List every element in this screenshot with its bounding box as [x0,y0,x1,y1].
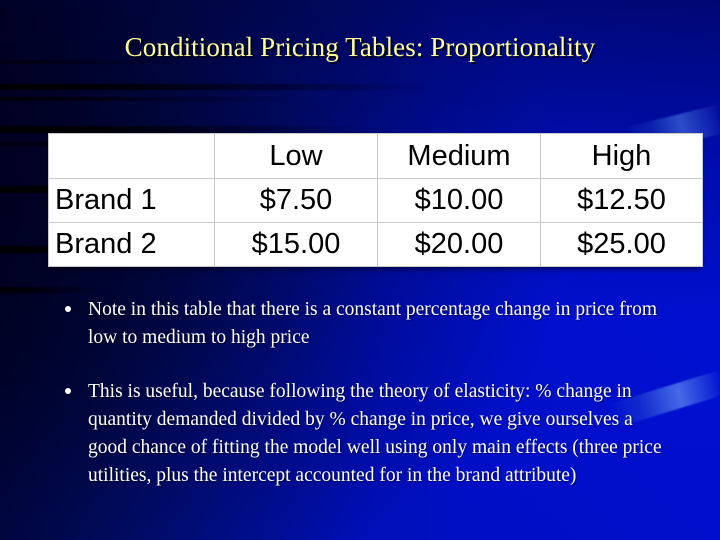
cell-brand1-high: $12.50 [540,178,703,223]
pricing-table-container: Low Medium High Brand 1 $7.50 $10.00 $12… [48,133,703,267]
cell-brand2-low: $15.00 [214,222,378,267]
row-header-brand-1: Brand 1 [48,178,215,223]
bullet-list: Note in this table that there is a const… [60,296,674,490]
bullet-text: Note in this table that there is a const… [88,299,658,348]
column-header-medium: Medium [377,133,541,179]
background-swoosh-band-3 [0,126,365,133]
bullet-text: This is useful, because following the th… [88,381,662,486]
background-swoosh-band-2 [0,97,300,101]
cell-brand2-medium: $20.00 [377,222,541,267]
background-swoosh-band-1 [0,84,430,90]
cell-brand2-high: $25.00 [540,222,703,267]
table-corner-cell [48,133,215,179]
column-header-low: Low [214,133,378,179]
slide-title: Conditional Pricing Tables: Proportional… [124,32,596,62]
background-swoosh-band-7 [0,287,110,293]
cell-brand1-low: $7.50 [214,178,378,223]
bullet-dot-icon [65,388,71,394]
bullet-dot-icon [65,306,71,312]
table-row: Brand 2 $15.00 $20.00 $25.00 [48,222,703,267]
slide-canvas: Conditional Pricing Tables: Proportional… [0,0,720,540]
list-item: Note in this table that there is a const… [60,296,674,352]
list-item: This is useful, because following the th… [60,378,674,490]
table-header-row: Low Medium High [48,133,703,179]
pricing-table: Low Medium High Brand 1 $7.50 $10.00 $12… [48,133,703,267]
row-header-brand-2: Brand 2 [48,222,215,267]
table-row: Brand 1 $7.50 $10.00 $12.50 [48,178,703,223]
column-header-high: High [540,133,703,179]
cell-brand1-medium: $10.00 [377,178,541,223]
